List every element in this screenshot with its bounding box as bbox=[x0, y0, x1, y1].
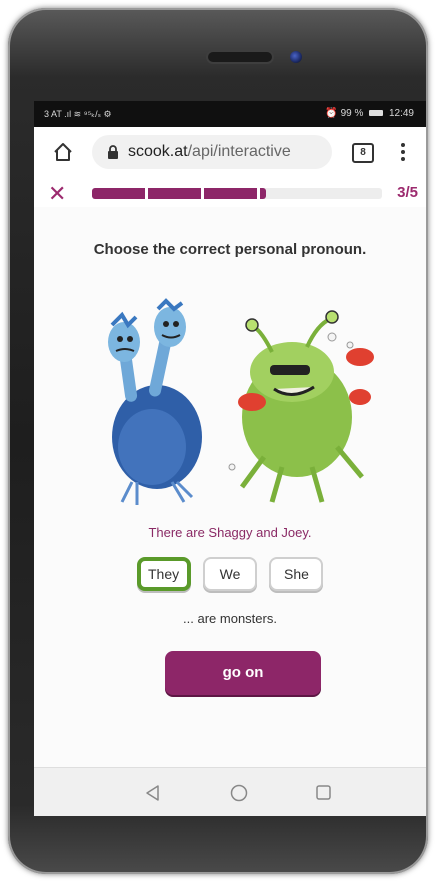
progress-bar bbox=[92, 188, 382, 199]
android-nav-bar bbox=[34, 767, 426, 816]
pronoun-options: They We She bbox=[34, 557, 426, 591]
home-circle-icon[interactable] bbox=[230, 784, 248, 802]
instruction-text: Choose the correct personal pronoun. bbox=[93, 241, 367, 258]
home-icon[interactable] bbox=[52, 141, 74, 163]
phone-frame: 3 AT .ıl ≋ ⁹⁵ₖ/ₛ ⚙ ⏰ 99 % 12:49 scook.at… bbox=[8, 8, 428, 874]
progress-count: 3/5 bbox=[397, 184, 418, 201]
monsters-illustration bbox=[108, 298, 374, 505]
url-text: scook.at/api/interactive bbox=[128, 143, 323, 161]
status-bar: 3 AT .ıl ≋ ⁹⁵ₖ/ₛ ⚙ ⏰ 99 % 12:49 bbox=[34, 101, 426, 127]
green-monster-figure bbox=[228, 310, 374, 503]
overflow-menu-icon[interactable] bbox=[400, 142, 406, 162]
continuation-text: ... are monsters. bbox=[183, 611, 277, 626]
sentence-text: There are Shaggy and Joey. bbox=[148, 525, 312, 540]
phone-camera bbox=[290, 51, 302, 63]
battery-percent: 99 % bbox=[340, 108, 364, 119]
url-field[interactable]: scook.at/api/interactive bbox=[92, 135, 332, 169]
tab-switcher-button[interactable]: 8 bbox=[352, 143, 374, 163]
blue-monster-figure bbox=[108, 298, 202, 505]
recent-apps-icon[interactable] bbox=[316, 785, 331, 800]
exercise-header: ✕ 3/5 bbox=[34, 179, 426, 208]
back-icon[interactable] bbox=[144, 784, 160, 802]
status-left: 3 AT .ıl ≋ ⁹⁵ₖ/ₛ ⚙ bbox=[44, 109, 112, 119]
close-icon[interactable]: ✕ bbox=[48, 181, 66, 207]
alarm-icon: ⏰ bbox=[325, 108, 338, 119]
status-time: 12:49 bbox=[388, 108, 414, 119]
url-path: /api/interactive bbox=[187, 143, 291, 160]
status-right: ⏰ 99 % 12:49 bbox=[325, 108, 414, 119]
exercise-content: Choose the correct personal pronoun. The… bbox=[34, 207, 426, 767]
phone-speaker bbox=[208, 52, 272, 62]
option-she[interactable]: She bbox=[269, 557, 324, 591]
battery-icon bbox=[369, 110, 384, 117]
lock-icon bbox=[108, 145, 118, 159]
option-they[interactable]: They bbox=[136, 557, 191, 591]
browser-toolbar: scook.at/api/interactive 8 bbox=[34, 127, 426, 180]
go-on-button[interactable]: go on bbox=[165, 651, 321, 695]
progress-fill bbox=[92, 188, 266, 199]
phone-screen: 3 AT .ıl ≋ ⁹⁵ₖ/ₛ ⚙ ⏰ 99 % 12:49 scook.at… bbox=[34, 101, 426, 816]
url-host: scook.at bbox=[128, 143, 188, 160]
option-we[interactable]: We bbox=[203, 557, 257, 591]
